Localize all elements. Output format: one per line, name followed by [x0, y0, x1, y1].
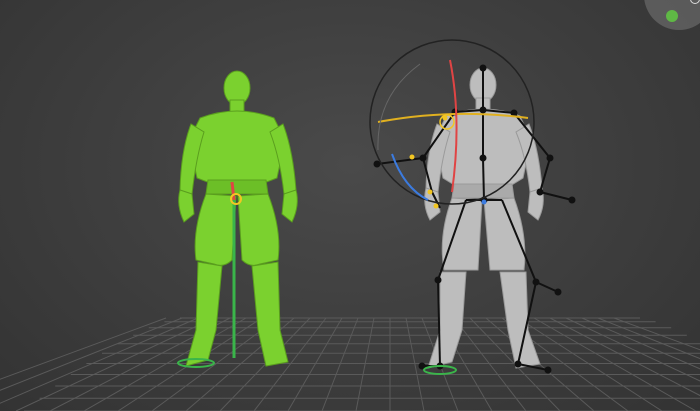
- character-neck: [229, 99, 245, 113]
- joint-right-wrist[interactable]: [536, 188, 544, 196]
- joint-neck[interactable]: [479, 106, 487, 114]
- joint-right-toe[interactable]: [544, 366, 552, 374]
- grid-line: [549, 317, 700, 397]
- grid-line: [355, 317, 375, 411]
- 3d-viewport[interactable]: [0, 0, 700, 411]
- joint-spine[interactable]: [479, 154, 487, 162]
- grid-line: [0, 317, 199, 404]
- grid-line: [15, 317, 215, 411]
- joint-head[interactable]: [479, 64, 487, 72]
- character-left-leg[interactable]: [194, 193, 237, 266]
- gizmo-axis-ring[interactable]: [690, 0, 700, 4]
- joint-left-knee[interactable]: [434, 276, 442, 284]
- character-right-hand: [281, 189, 298, 223]
- joint-right-elbow[interactable]: [546, 154, 554, 162]
- joint-right-ankle[interactable]: [514, 360, 522, 368]
- joint-right-knee[interactable]: [532, 278, 540, 286]
- character-left-shin: [185, 261, 223, 367]
- grid-line: [321, 317, 359, 411]
- character-left-hand: [178, 189, 195, 223]
- joint-right-pole[interactable]: [568, 196, 576, 204]
- grid-line: [0, 317, 167, 380]
- character-torso[interactable]: [188, 110, 286, 184]
- character-right-shin: [251, 261, 289, 367]
- scene-canvas[interactable]: [0, 0, 700, 411]
- joint-left-elbow[interactable]: [419, 154, 427, 162]
- rigged-right-leg[interactable]: [483, 197, 526, 271]
- character-belt: [205, 179, 269, 195]
- joint-right-knee-pole[interactable]: [554, 288, 562, 296]
- grid-line: [613, 317, 700, 351]
- character-right-leg[interactable]: [237, 193, 280, 266]
- floor-grid: [0, 317, 700, 411]
- gizmo-axis-dot[interactable]: [666, 10, 678, 22]
